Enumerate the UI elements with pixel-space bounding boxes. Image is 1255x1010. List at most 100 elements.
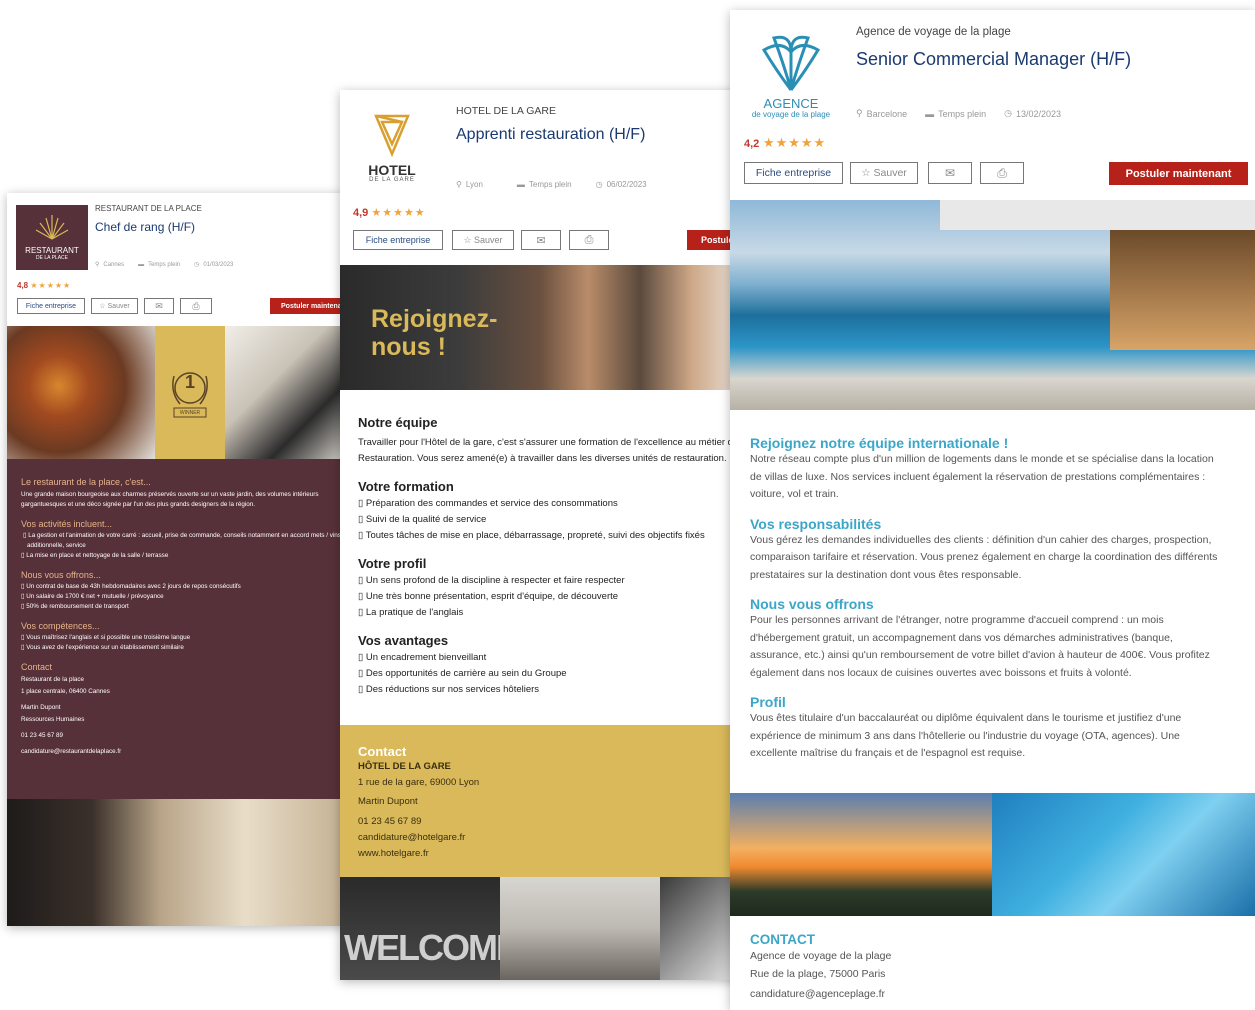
award-label: WINNER [179,410,201,416]
company-logo: HOTEL DE LA GARE [352,112,432,192]
skills-title: Vos compétences... [21,621,100,631]
profile-title: Votre profil [358,556,427,571]
apply-button[interactable]: Postuler maintenant [270,298,347,314]
activities-title: Vos activités incluent... [21,519,113,529]
contact-email[interactable]: candidature@agenceplage.fr [750,986,891,1004]
intro-title: Le restaurant de la place, c'est... [21,477,151,487]
logo-rays-icon [35,215,69,240]
contact-email[interactable]: candidature@restaurantdelaplace.fr [21,746,333,758]
clock-icon: ◷ [1004,108,1013,118]
save-label: Sauver [474,235,503,245]
dining-room-photo [7,799,347,926]
print-button[interactable]: ⎙ [980,162,1024,184]
location: Lyon [465,180,483,189]
food-photo [7,326,155,459]
resp-title: Vos responsabilités [750,515,882,532]
training-title: Votre formation [358,479,454,494]
villa-pool-photo [730,200,1255,410]
join-text: Notre réseau compte plus d'un million de… [750,453,1214,500]
company-profile-button[interactable]: Fiche entreprise [353,230,443,250]
list-item: ▯ Un contrat de base de 43h hebdomadaire… [21,583,241,590]
printer-icon: ⎙ [192,300,200,311]
list-item: ▯ Un sens profond de la discipline à res… [358,575,625,586]
star-icon: ☆ [463,234,472,245]
logo-subtext: DE LA PLACE [36,255,68,261]
location-pin-icon: ⚲ [856,108,863,118]
job-title[interactable]: Apprenti restauration (H/F) [456,126,645,144]
benefits-title: Vos avantages [358,633,449,648]
description: Rejoignez notre équipe internationale ! … [750,435,1225,763]
swimmer-photo [992,793,1255,916]
clock-icon: ◷ [194,262,200,268]
star-icon: ☆ [861,167,871,179]
list-item: ▯ Vous avez de l'expérience sur un établ… [21,644,184,651]
rating: 4,9 ★★★★★ [353,206,426,219]
rating-stars: ★★★★★ [762,135,827,150]
award-panel: 1 WINNER [155,326,225,459]
company-name[interactable]: Agence de voyage de la plage [856,26,1011,38]
contact-website[interactable]: www.hotelgare.fr [358,846,722,862]
bedroom-photo [500,877,660,980]
list-item: ▯ Toutes tâches de mise en place, débarr… [358,530,705,541]
email-button[interactable]: ✉ [521,230,561,250]
villa-lounge [1110,230,1255,350]
contact-phone: 01 23 45 67 89 [358,816,422,827]
description: Notre équipe Travailler pour l'Hôtel de … [358,415,740,698]
company-logo: RESTAURANT DE LA PLACE [16,205,88,270]
printer-icon: ⎙ [997,165,1007,180]
contact-person: Martin Dupont [358,796,418,807]
location-pin-icon: ⚲ [95,262,100,268]
save-label: Sauver [107,302,130,310]
benefits-list: ▯ Un encadrement bienveillant ▯ Des oppo… [358,650,740,698]
offer-title: Nous vous offrons [750,596,874,612]
profile-title: Profil [750,694,786,710]
rating: 4,2 ★★★★★ [744,135,826,151]
email-button[interactable]: ✉ [928,162,972,184]
chef-photo [225,326,347,459]
job-title[interactable]: Senior Commercial Manager (H/F) [856,49,1131,70]
welcome-sign: WELCOME [344,927,500,968]
post-date: 01/03/2023 [203,261,234,268]
contact-address: 1 rue de la gare, 69000 Lyon [358,777,480,788]
contact-dept: Ressources Humaines [21,716,85,723]
job-meta: ⚲ Lyon ▬ Temps plein ◷ 06/02/2023 [456,180,647,189]
save-button[interactable]: ☆ Sauver [452,230,514,250]
print-button[interactable]: ⎙ [180,298,212,314]
rating-stars: ★★★★★ [371,207,426,219]
save-button[interactable]: ☆ Sauver [91,298,138,314]
offer-text: Pour les personnes arrivant de l'étrange… [750,614,1210,679]
email-button[interactable]: ✉ [144,298,174,314]
logo-subtext: DE LA GARE [369,177,415,183]
star-icon: ☆ [99,303,106,310]
join-title: Rejoignez notre équipe internationale ! [750,435,1009,451]
company-name[interactable]: HOTEL DE LA GARE [456,105,556,117]
logo-text: HOTEL [368,162,416,178]
contact-name: Restaurant de la place [21,676,85,683]
award-number: 1 [184,372,195,392]
intro-text: Une grande maison bourgeoise aux charmes… [21,491,319,508]
villa-roof [940,200,1255,230]
list-item: ▯ La pratique de l'anglais [358,607,464,618]
logo-text: AGENCE [763,96,819,111]
envelope-icon: ✉ [155,300,163,311]
offers-title: Nous vous offrons... [21,570,101,580]
hero-text: Rejoignez-nous ! [371,305,498,361]
company-profile-button[interactable]: Fiche entreprise [17,298,85,314]
job-meta: ⚲ Barcelone ▬ Temps plein ◷ 13/02/2023 [856,108,1061,119]
rating: 4,8 ★★★★★ [17,281,71,290]
job-title[interactable]: Chef de rang (H/F) [95,220,195,234]
list-item: ▯ Vous maîtrisez l'anglais et si possibl… [21,634,191,641]
activities-list: ▯ La gestion et l'animation de votre car… [21,531,347,561]
contact-title: Contact [21,662,53,672]
apply-button[interactable]: Postuler maintenant [1109,162,1248,185]
print-button[interactable]: ⎙ [569,230,609,250]
company-name[interactable]: RESTAURANT DE LA PLACE [95,204,202,213]
save-button[interactable]: ☆ Sauver [850,162,918,184]
job-card-hotel: HOTEL DE LA GARE HOTEL DE LA GARE Appren… [340,90,740,980]
company-profile-button[interactable]: Fiche entreprise [744,162,843,184]
list-item: ▯ Des opportunités de carrière au sein d… [358,668,567,679]
envelope-icon: ✉ [944,166,956,180]
contact-email[interactable]: candidature@hotelgare.fr [358,830,722,846]
location: Cannes [103,261,125,268]
job-card-agency: AGENCE de voyage de la plage Agence de v… [730,10,1255,1010]
